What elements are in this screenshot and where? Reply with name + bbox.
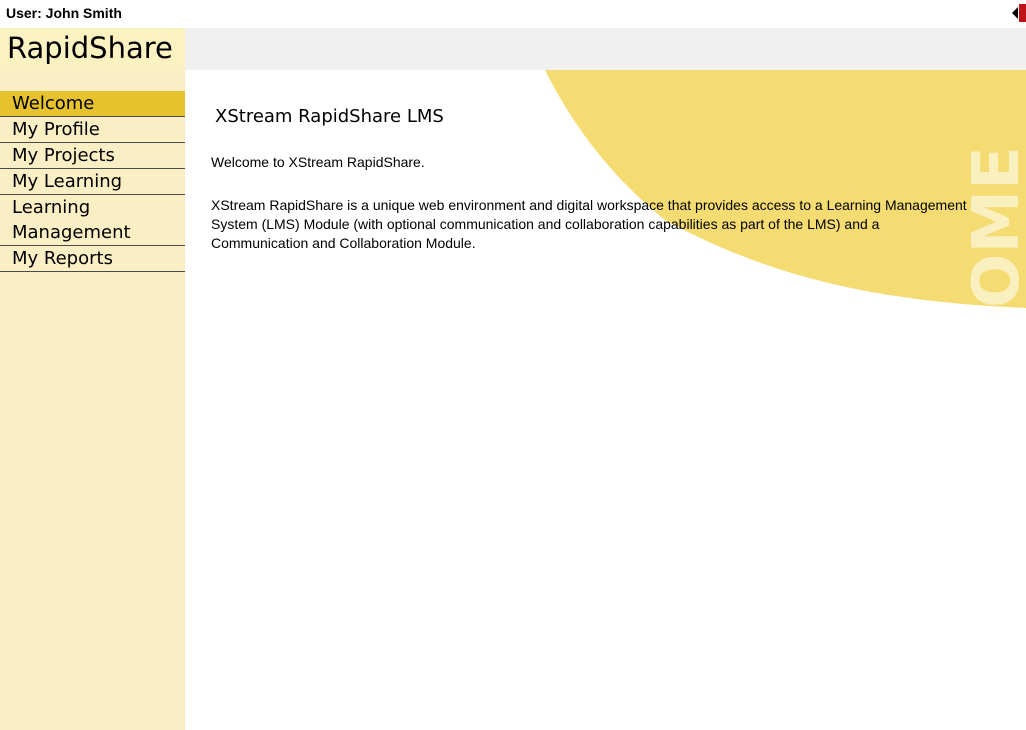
sidebar-item-my-learning[interactable]: My Learning bbox=[0, 169, 185, 195]
svg-text:WELCOME: WELCOME bbox=[966, 146, 1026, 510]
top-bar: User: John Smith bbox=[0, 0, 1026, 28]
description-text: XStream RapidShare is a unique web envir… bbox=[211, 197, 967, 251]
sidebar-item-my-reports[interactable]: My Reports bbox=[0, 246, 185, 272]
welcome-text: Welcome to XStream RapidShare. bbox=[211, 154, 425, 170]
logout-arrow-icon[interactable] bbox=[1012, 4, 1026, 22]
main-content: WELCOME XStream RapidShare LMS Welcome t… bbox=[185, 70, 1026, 730]
brand-logo: RapidShare bbox=[0, 28, 185, 70]
sidebar-item-my-profile[interactable]: My Profile bbox=[0, 117, 185, 143]
welcome-watermark: WELCOME bbox=[966, 146, 1026, 510]
page-title: XStream RapidShare LMS bbox=[215, 106, 444, 127]
header-band bbox=[185, 28, 1026, 70]
sidebar: Welcome My Profile My Projects My Learni… bbox=[0, 70, 185, 730]
sidebar-item-learning-management[interactable]: Learning Management bbox=[0, 195, 185, 246]
user-label: User: John Smith bbox=[6, 5, 122, 21]
sidebar-item-welcome[interactable]: Welcome bbox=[0, 91, 185, 117]
brand-name: RapidShare bbox=[7, 31, 173, 65]
sidebar-item-my-projects[interactable]: My Projects bbox=[0, 143, 185, 169]
sidebar-nav: Welcome My Profile My Projects My Learni… bbox=[0, 91, 185, 272]
